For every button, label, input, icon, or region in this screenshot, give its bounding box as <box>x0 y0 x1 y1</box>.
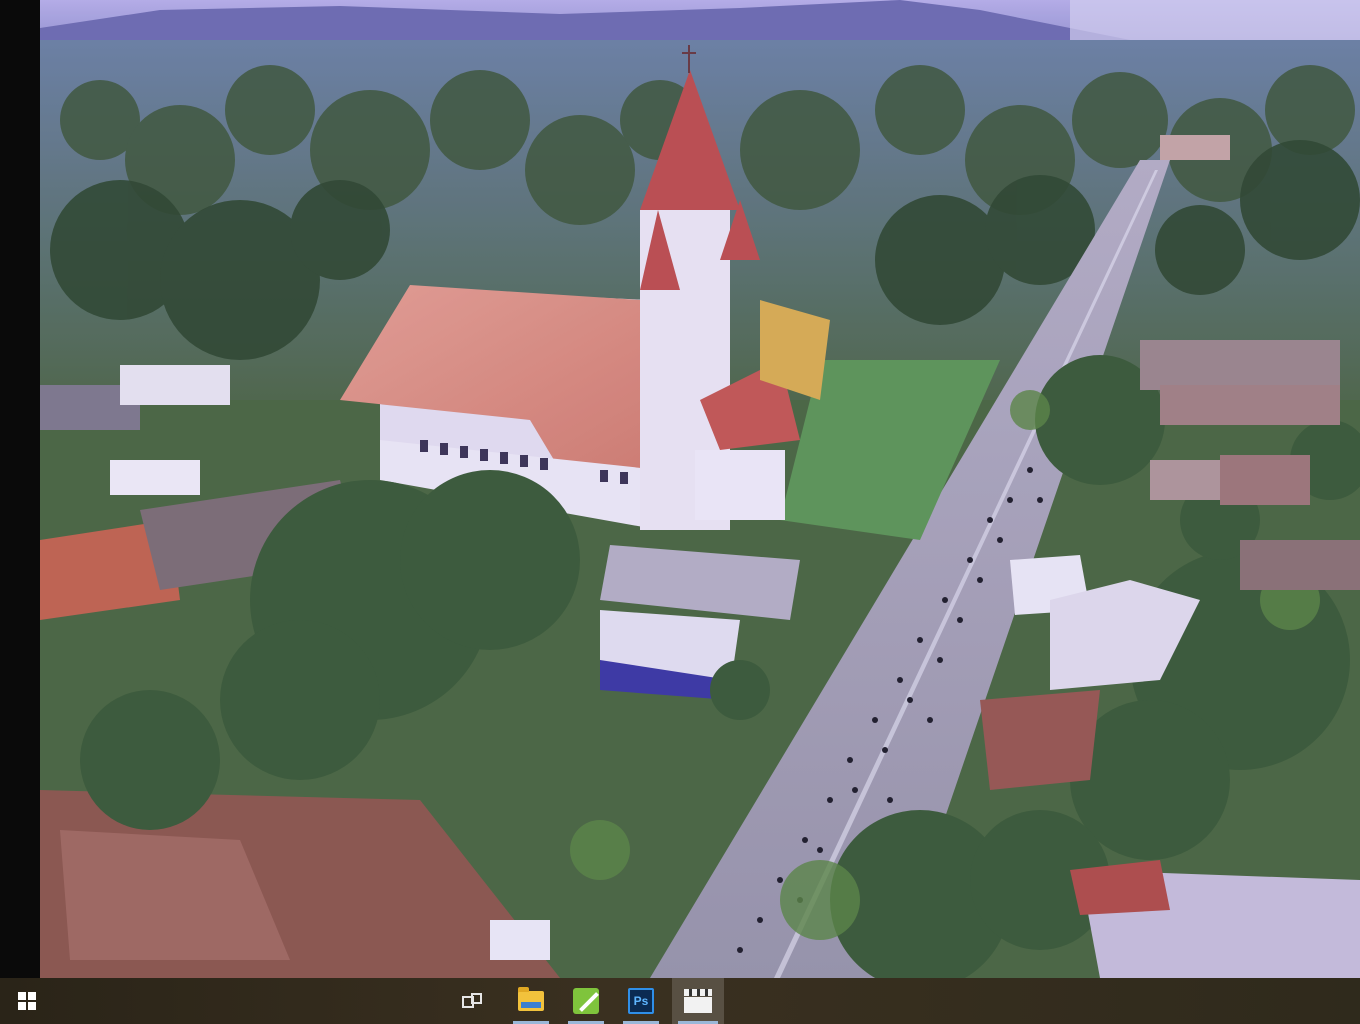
green-app-button[interactable] <box>562 978 610 1024</box>
task-view-button[interactable] <box>448 978 496 1024</box>
desktop-screen: Ps <box>0 0 1360 1024</box>
green-app-icon <box>573 988 599 1014</box>
file-explorer-folder-icon <box>518 987 544 1011</box>
start-button[interactable] <box>0 978 54 1024</box>
aerial-photo <box>40 0 1360 978</box>
windows-logo-icon <box>18 992 36 1010</box>
video-editor-button[interactable] <box>672 978 724 1024</box>
photo-viewer[interactable] <box>40 0 1360 978</box>
color-tint-overlay <box>40 0 1360 978</box>
photoshop-icon: Ps <box>628 988 654 1014</box>
photoshop-button[interactable]: Ps <box>617 978 665 1024</box>
video-editor-clapper-icon <box>684 989 712 1013</box>
file-explorer-button[interactable] <box>507 978 555 1024</box>
task-view-icon <box>462 993 482 1009</box>
left-black-border <box>0 0 40 978</box>
taskbar: Ps <box>0 978 1360 1024</box>
